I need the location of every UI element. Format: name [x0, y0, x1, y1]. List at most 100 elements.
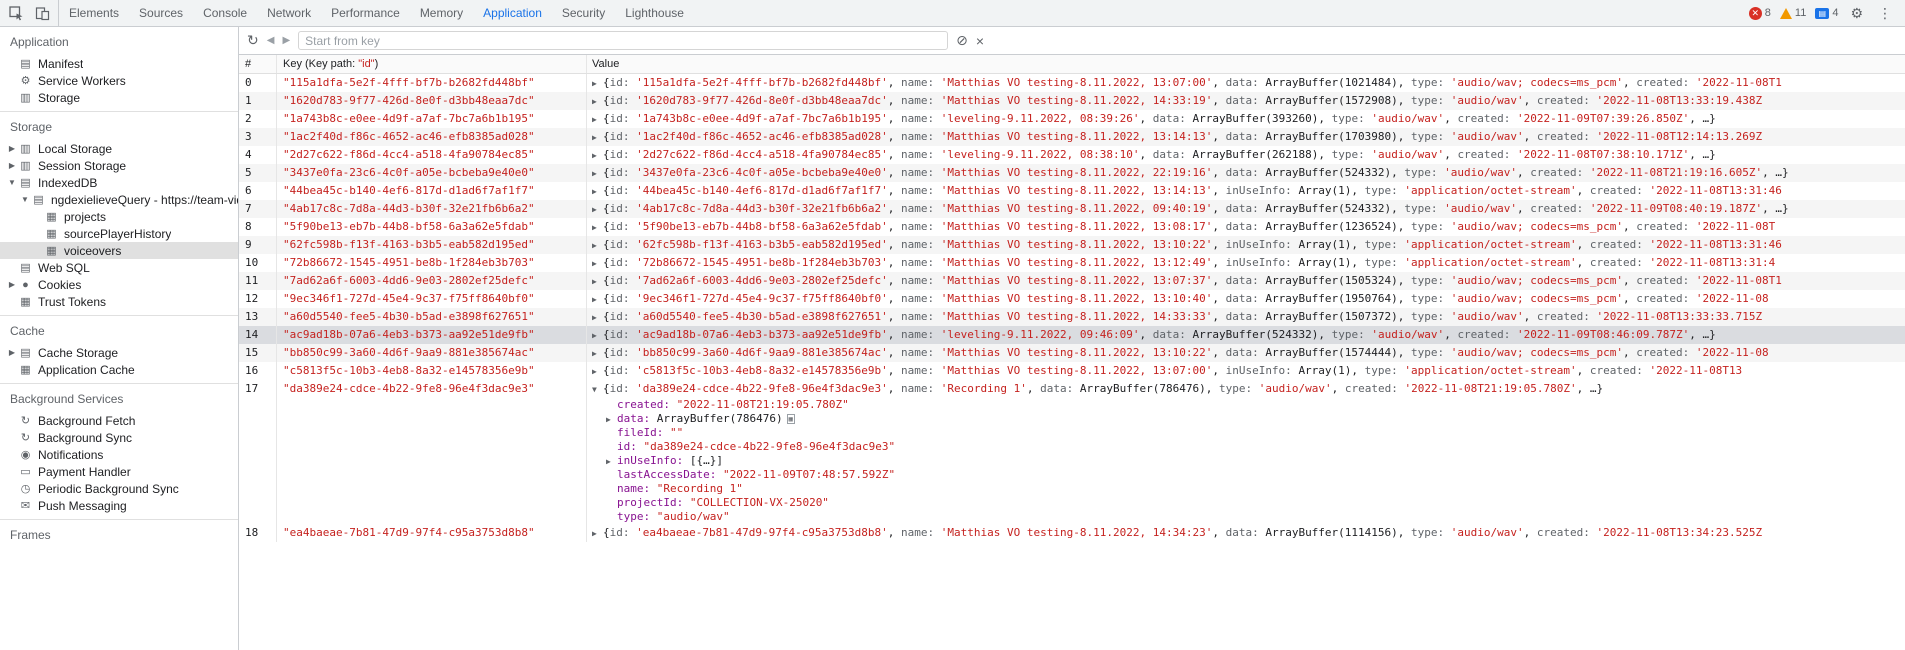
table-row[interactable]: 3"1ac2f40d-f86c-4652-ac46-efb8385ad028"▶…	[239, 128, 1905, 146]
chevron-right-icon[interactable]: ▶	[592, 273, 603, 290]
row-index: 2	[239, 110, 277, 128]
sidebar-item-projects[interactable]: ▦projects	[0, 208, 238, 225]
chevron-right-icon[interactable]: ▶	[592, 237, 603, 254]
chevron-right-icon[interactable]: ▶	[592, 75, 603, 92]
table-row[interactable]: 13"a60d5540-fee5-4b30-b5ad-e3898f627651"…	[239, 308, 1905, 326]
sidebar-item-cache-storage[interactable]: ▶▤Cache Storage	[0, 344, 238, 361]
sidebar-item-cookies[interactable]: ▶●Cookies	[0, 276, 238, 293]
table-row[interactable]: 17"da389e24-cdce-4b22-9fe8-96e4f3dac9e3"…	[239, 380, 1905, 524]
clear-object-store-icon[interactable]: ⊘	[956, 32, 968, 49]
separator: ,	[1398, 274, 1411, 287]
table-row[interactable]: 4"2d27c622-f86d-4cc4-a518-4fa90784ec85"▶…	[239, 146, 1905, 164]
chevron-right-icon[interactable]: ▶	[592, 291, 603, 308]
memory-inspector-icon[interactable]: ▦	[787, 414, 795, 424]
sidebar-item-voiceovers[interactable]: ▦voiceovers	[0, 242, 238, 259]
next-page-icon[interactable]: ▶	[282, 35, 290, 46]
table-row[interactable]: 6"44bea45c-b140-4ef6-817d-d1ad6f7af1f7"▶…	[239, 182, 1905, 200]
sidebar-item-push-messaging[interactable]: ✉Push Messaging	[0, 497, 238, 514]
sidebar-item-trust-tokens[interactable]: ▦Trust Tokens	[0, 293, 238, 310]
row-index: 9	[239, 236, 277, 254]
chevron-down-icon[interactable]: ▼	[592, 381, 603, 398]
settings-gear-icon[interactable]: ⚙	[1847, 5, 1866, 22]
separator: ,	[888, 526, 901, 539]
more-menu-icon[interactable]: ⋮	[1875, 5, 1895, 22]
table-row[interactable]: 14"ac9ad18b-07a6-4eb3-b373-aa92e51de9fb"…	[239, 326, 1905, 344]
table-row[interactable]: 7"4ab17c8c-7d8a-44d3-b30f-32e21fb6b6a2"▶…	[239, 200, 1905, 218]
sidebar-item-indexeddb[interactable]: ▼▤IndexedDB	[0, 174, 238, 191]
chevron-right-icon[interactable]: ▶	[592, 525, 603, 542]
chevron-down-icon[interactable]: ▼	[19, 195, 31, 204]
sidebar-item-payment-handler[interactable]: ▭Payment Handler	[0, 463, 238, 480]
chevron-right-icon[interactable]: ▶	[592, 255, 603, 272]
table-row[interactable]: 8"5f90be13-eb7b-44b8-bf58-6a3a62e5fdab"▶…	[239, 218, 1905, 236]
chevron-down-icon[interactable]: ▼	[6, 178, 18, 187]
chevron-right-icon[interactable]: ▶	[592, 345, 603, 362]
chevron-right-icon[interactable]: ▶	[592, 201, 603, 218]
chevron-right-icon[interactable]: ▶	[6, 348, 18, 357]
separator: ,	[1577, 256, 1590, 269]
tab-sources[interactable]: Sources	[129, 0, 193, 26]
tab-elements[interactable]: Elements	[59, 0, 129, 26]
chevron-right-icon[interactable]: ▶	[592, 183, 603, 200]
issues-badge[interactable]: ▤ 4	[1815, 7, 1838, 19]
chevron-right-icon[interactable]: ▶	[592, 363, 603, 380]
tab-security[interactable]: Security	[552, 0, 615, 26]
preview-prop-value: ArrayBuffer(262188)	[1192, 148, 1318, 161]
chevron-right-icon[interactable]: ▶	[592, 147, 603, 164]
table-row[interactable]: 11"7ad62a6f-6003-4dd6-9e03-2802ef25defc"…	[239, 272, 1905, 290]
chevron-right-icon[interactable]: ▶	[592, 327, 603, 344]
column-header-value[interactable]: Value	[587, 55, 1905, 73]
sidebar-item-local-storage[interactable]: ▶▥Local Storage	[0, 140, 238, 157]
table-row[interactable]: 12"9ec346f1-727d-45e4-9c37-f75ff8640bf0"…	[239, 290, 1905, 308]
chevron-right-icon[interactable]: ▶	[592, 93, 603, 110]
tab-application[interactable]: Application	[473, 0, 552, 26]
start-from-key-input[interactable]	[298, 31, 948, 50]
chevron-right-icon[interactable]: ▶	[592, 111, 603, 128]
refresh-icon[interactable]: ↻	[247, 32, 259, 49]
chevron-right-icon[interactable]: ▶	[6, 280, 18, 289]
prev-page-icon[interactable]: ◀	[267, 35, 275, 46]
chevron-right-icon[interactable]: ▶	[6, 144, 18, 153]
tab-console[interactable]: Console	[193, 0, 257, 26]
tab-memory[interactable]: Memory	[410, 0, 473, 26]
sidebar-item-application-cache[interactable]: ▦Application Cache	[0, 361, 238, 378]
chevron-right-icon[interactable]: ▶	[592, 309, 603, 326]
row-key: "4ab17c8c-7d8a-44d3-b30f-32e21fb6b6a2"	[277, 200, 587, 218]
sidebar-item-service-workers[interactable]: ⚙Service Workers	[0, 72, 238, 89]
column-header-number[interactable]: #	[239, 55, 277, 73]
table-row[interactable]: 5"3437e0fa-23c6-4c0f-a05e-bcbeba9e40e0"▶…	[239, 164, 1905, 182]
chevron-right-icon[interactable]: ▶	[592, 129, 603, 146]
warning-badge[interactable]: 11	[1780, 7, 1806, 19]
tab-network[interactable]: Network	[257, 0, 321, 26]
chevron-right-icon[interactable]: ▶	[606, 413, 617, 426]
chevron-right-icon[interactable]: ▶	[6, 161, 18, 170]
chevron-right-icon[interactable]: ▶	[606, 455, 617, 468]
error-badge[interactable]: ✕ 8	[1749, 7, 1771, 20]
device-toolbar-icon[interactable]	[29, 0, 55, 26]
table-row[interactable]: 16"c5813f5c-10b3-4eb8-8a32-e14578356e9b"…	[239, 362, 1905, 380]
chevron-right-icon[interactable]: ▶	[592, 165, 603, 182]
sidebar-item-storage[interactable]: ▥Storage	[0, 89, 238, 106]
delete-selected-icon[interactable]: ×	[976, 33, 984, 49]
table-row[interactable]: 18"ea4baeae-7b81-47d9-97f4-c95a3753d8b8"…	[239, 524, 1905, 542]
sidebar-item-background-sync[interactable]: ↻Background Sync	[0, 429, 238, 446]
chevron-right-icon[interactable]: ▶	[592, 219, 603, 236]
tab-lighthouse[interactable]: Lighthouse	[615, 0, 694, 26]
sidebar-item-background-fetch[interactable]: ↻Background Fetch	[0, 412, 238, 429]
sidebar-item-periodic-background-sync[interactable]: ◷Periodic Background Sync	[0, 480, 238, 497]
table-row[interactable]: 0"115a1dfa-5e2f-4fff-bf7b-b2682fd448bf"▶…	[239, 74, 1905, 92]
table-row[interactable]: 1"1620d783-9f77-426d-8e0f-d3bb48eaa7dc"▶…	[239, 92, 1905, 110]
column-header-key[interactable]: Key (Key path: "id")	[277, 55, 587, 73]
table-row[interactable]: 2"1a743b8c-e0ee-4d9f-a7af-7bc7a6b1b195"▶…	[239, 110, 1905, 128]
sidebar-item-ngdexielievequery-https-team-vidieditor-vi[interactable]: ▼▤ngdexielieveQuery - https://team-vidie…	[0, 191, 238, 208]
sidebar-item-session-storage[interactable]: ▶▥Session Storage	[0, 157, 238, 174]
table-row[interactable]: 10"72b86672-1545-4951-be8b-1f284eb3b703"…	[239, 254, 1905, 272]
table-row[interactable]: 15"bb850c99-3a60-4d6f-9aa9-881e385674ac"…	[239, 344, 1905, 362]
table-row[interactable]: 9"62fc598b-f13f-4163-b3b5-eab582d195ed"▶…	[239, 236, 1905, 254]
sidebar-item-sourceplayerhistory[interactable]: ▦sourcePlayerHistory	[0, 225, 238, 242]
sidebar-item-web-sql[interactable]: ▤Web SQL	[0, 259, 238, 276]
sidebar-item-notifications[interactable]: ◉Notifications	[0, 446, 238, 463]
tab-performance[interactable]: Performance	[321, 0, 410, 26]
inspect-element-icon[interactable]	[3, 0, 29, 26]
sidebar-item-manifest[interactable]: ▤Manifest	[0, 55, 238, 72]
